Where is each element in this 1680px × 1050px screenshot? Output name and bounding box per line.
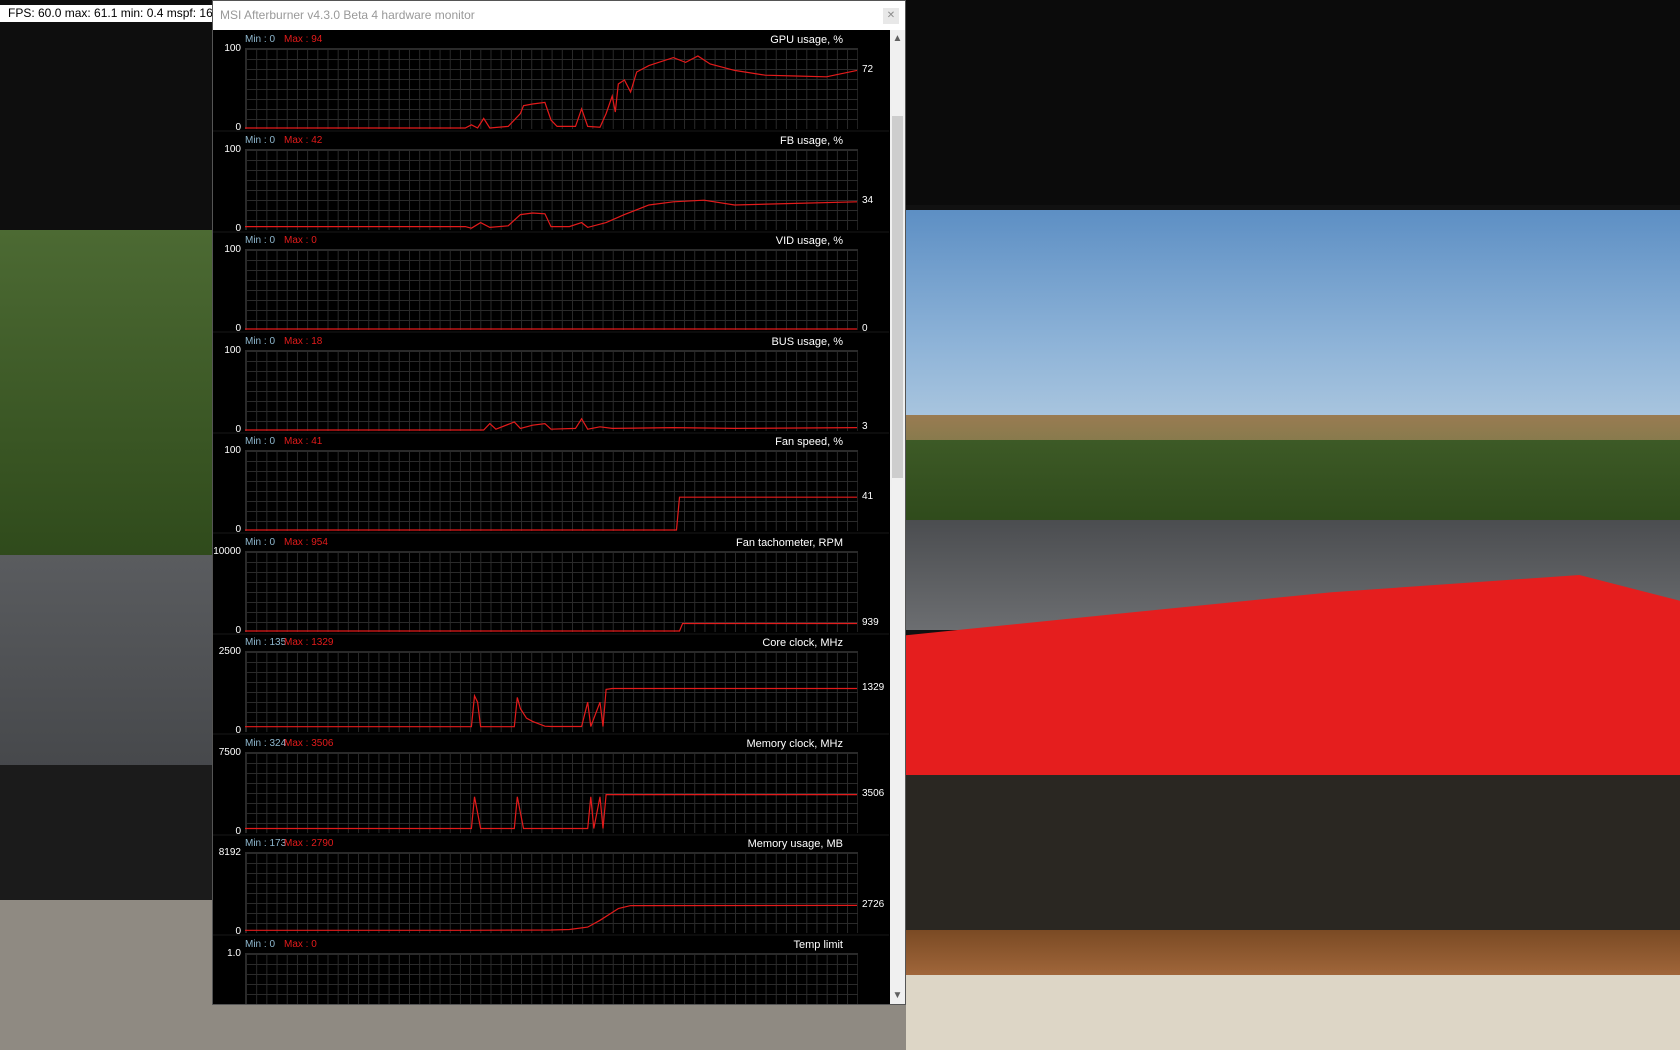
graph-current-value: 41 — [862, 491, 874, 503]
graph-max-label: Max : 1329 — [284, 637, 334, 648]
graph-min-label: Min : 0 — [245, 235, 276, 246]
graph-max-label: Max : 0 — [284, 938, 317, 950]
graph-min-label: Min : 0 — [245, 536, 276, 548]
graph-line — [245, 622, 857, 632]
window-title: MSI Afterburner v4.3.0 Beta 4 hardware m… — [220, 8, 475, 22]
graph-title: BUS usage, % — [771, 335, 843, 348]
graph-line — [245, 496, 857, 531]
graph-y-max-label: 10000 — [213, 545, 241, 557]
graph-title: Core clock, MHz — [762, 637, 843, 649]
graph-plot — [245, 793, 857, 829]
graph-panel[interactable]: Min : 0 Max : 94 GPU usage, % 100 0 72 — [213, 30, 889, 133]
graph-current-value: 1329 — [862, 682, 885, 694]
graph-line — [245, 687, 857, 728]
graph-plot — [245, 417, 858, 431]
graph-y-max-label: 100 — [224, 43, 241, 54]
side-forest — [0, 230, 215, 560]
graph-min-label: Min : 0 — [245, 134, 276, 146]
graph-y-max-label: 100 — [224, 445, 241, 456]
graph-current-value: 3 — [862, 421, 868, 433]
scroll-up-arrow-icon[interactable]: ▲ — [890, 30, 905, 47]
dashboard-wood-trim — [906, 930, 1680, 975]
graph-current-value: 3506 — [862, 788, 885, 800]
graph-min-label: Min : 135 — [245, 637, 287, 648]
graph-max-label: Max : 0 — [284, 235, 317, 246]
scroll-down-arrow-icon[interactable]: ▼ — [890, 987, 905, 1004]
graph-max-label: Max : 954 — [284, 536, 328, 548]
graph-panel[interactable]: Min : 0 Max : 42 FB usage, % 100 0 34 — [213, 131, 889, 234]
graph-plot — [245, 496, 857, 531]
graph-y-max-label: 2500 — [218, 646, 241, 657]
graph-y-max-label: 8192 — [218, 847, 241, 858]
graph-plot — [245, 904, 858, 931]
graph-max-label: Max : 94 — [284, 34, 323, 45]
graph-title: Memory clock, MHz — [746, 737, 843, 750]
hardware-monitor-window[interactable]: MSI Afterburner v4.3.0 Beta 4 hardware m… — [212, 0, 906, 1005]
graph-plot — [245, 953, 857, 1005]
graph-title: VID usage, % — [775, 235, 843, 247]
title-bar[interactable]: MSI Afterburner v4.3.0 Beta 4 hardware m… — [213, 1, 905, 30]
graph-list[interactable]: Min : 0 Max : 94 GPU usage, % 100 0 72 Min : 0… — [213, 30, 889, 1004]
graph-title: Temp limit — [793, 938, 843, 951]
graph-current-value: 34 — [862, 195, 874, 207]
vertical-scrollbar[interactable]: ▲ ▼ — [890, 30, 905, 1004]
graph-y-max-label: 100 — [224, 244, 241, 255]
graph-min-label: Min : 0 — [245, 335, 276, 347]
graph-min-label: Min : 0 — [245, 34, 276, 45]
graph-plot — [245, 622, 857, 632]
graph-min-label: Min : 0 — [245, 436, 276, 447]
graph-y-max-label: 1.0 — [227, 947, 241, 959]
graph-line — [245, 417, 858, 431]
graph-panel[interactable]: Min : 0 Max : 41 Fan speed, % 100 0 41 — [213, 432, 889, 535]
graph-min-label: Min : 173 — [245, 838, 287, 849]
car-roof — [906, 0, 1680, 205]
graph-max-label: Max : 2790 — [284, 838, 334, 849]
graph-title: Fan tachometer, RPM — [736, 536, 843, 549]
graph-panel[interactable]: Min : 173 Max : 2790 Memory usage, MB 8192 0… — [213, 834, 889, 937]
dashboard-lower-panel — [906, 975, 1680, 1050]
graph-current-value: 939 — [862, 616, 879, 628]
fps-overlay: FPS: 60.0 max: 61.1 min: 0.4 mspf: 16.6 — [0, 5, 212, 22]
graph-panel[interactable]: Min : 0 Max : 0 Temp limit 1.0 — [213, 935, 889, 1005]
graph-panel[interactable]: Min : 0 Max : 0 VID usage, % 100 0 0 — [213, 231, 889, 334]
graph-min-label: Min : 0 — [245, 938, 276, 950]
graph-line — [245, 793, 857, 829]
graph-y-max-label: 100 — [224, 344, 241, 356]
graph-y-max-label: 7500 — [218, 746, 241, 758]
scrollbar-thumb[interactable] — [892, 116, 903, 478]
close-button[interactable]: ✕ — [883, 8, 899, 24]
graph-panel[interactable]: Min : 0 Max : 954 Fan tachometer, RPM 10000… — [213, 533, 889, 636]
graph-plot — [245, 55, 858, 129]
car-pillar — [0, 0, 215, 230]
graph-panel[interactable]: Min : 135 Max : 1329 Core clock, MHz 2500 0 1… — [213, 633, 889, 736]
graph-line — [245, 55, 858, 129]
graph-current-value: 72 — [862, 64, 874, 76]
graph-title: Memory usage, MB — [747, 838, 843, 850]
side-mirror — [0, 765, 215, 905]
graph-title: GPU usage, % — [770, 34, 843, 46]
graph-line — [245, 199, 858, 229]
graph-line — [245, 904, 858, 931]
graph-plot — [245, 687, 857, 728]
graph-current-value: 2726 — [862, 899, 885, 911]
graph-y-max-label: 100 — [224, 143, 241, 155]
graph-max-label: Max : 42 — [284, 134, 323, 146]
graph-max-label: Max : 18 — [284, 335, 323, 347]
graph-panel[interactable]: Min : 324 Max : 3506 Memory clock, MHz 7500… — [213, 734, 889, 837]
graph-panel[interactable]: Min : 0 Max : 18 BUS usage, % 100 0 3 — [213, 332, 889, 435]
graph-min-label: Min : 324 — [245, 737, 287, 749]
graph-plot — [245, 328, 857, 330]
graph-plot — [245, 199, 858, 229]
graph-title: Fan speed, % — [775, 436, 843, 448]
graph-max-label: Max : 3506 — [284, 737, 334, 749]
graph-title: FB usage, % — [780, 134, 843, 147]
graph-max-label: Max : 41 — [284, 436, 323, 447]
